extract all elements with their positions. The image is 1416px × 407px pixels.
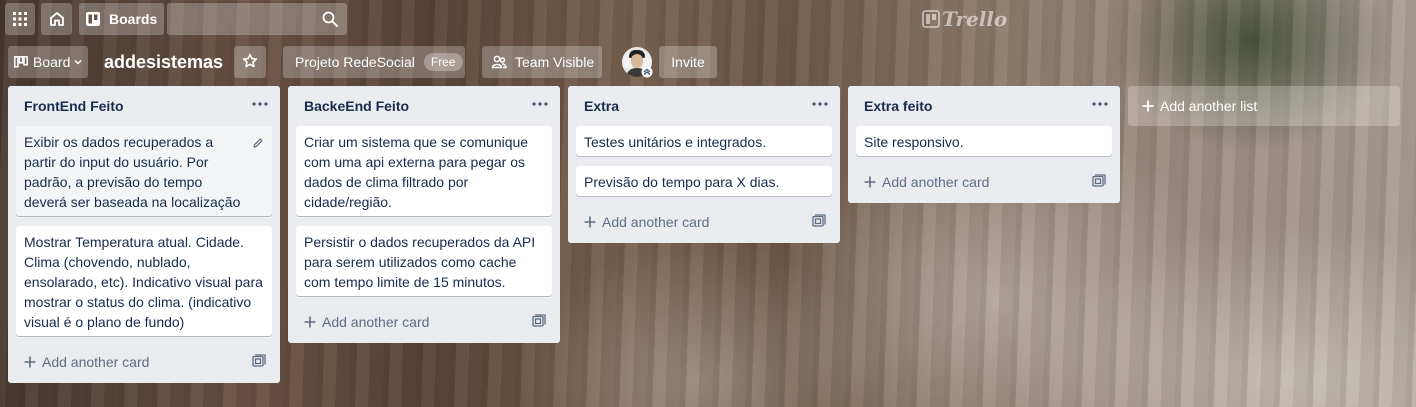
boards-label: Boards	[109, 11, 158, 27]
list-card[interactable]: Previsão do tempo para X dias.	[576, 166, 832, 196]
star-board-button[interactable]	[234, 46, 266, 78]
top-header: Boards Trello	[0, 0, 1416, 40]
home-icon	[49, 11, 65, 27]
trello-logo-icon	[922, 10, 940, 28]
plus-icon	[864, 176, 876, 188]
plus-icon	[584, 216, 596, 228]
card-title: Testes unitários e integrados.	[584, 134, 767, 150]
list-frontend-feito[interactable]: FrontEnd Feito Exibir os dados recuperad…	[8, 86, 280, 383]
list-header: Extra feito	[848, 86, 1120, 126]
list-header: FrontEnd Feito	[8, 86, 280, 126]
add-list-button[interactable]: Add another list	[1128, 86, 1400, 126]
plus-icon	[1142, 100, 1154, 112]
star-icon	[242, 53, 258, 72]
list-title[interactable]: Extra feito	[864, 98, 932, 114]
team-visibility-icon	[491, 54, 507, 70]
apps-menu-button[interactable]	[5, 3, 35, 35]
board-title[interactable]: addesistemas	[104, 50, 223, 74]
card-title: Previsão do tempo para X dias.	[584, 174, 780, 190]
add-card-button[interactable]: Add another card	[584, 210, 709, 234]
list-card[interactable]: Mostrar Temperatura atual. Cidade. Clima…	[16, 226, 272, 336]
grid-icon	[13, 12, 27, 26]
more-icon[interactable]	[1092, 96, 1108, 112]
plan-badge: Free	[423, 53, 463, 71]
chevron-down-icon	[73, 57, 83, 67]
boards-icon	[85, 11, 101, 27]
card-title: Mostrar Temperatura atual. Cidade. Clima…	[24, 234, 263, 330]
list-title[interactable]: FrontEnd Feito	[24, 98, 124, 114]
list-header: Extra	[568, 86, 840, 126]
list-title[interactable]: Extra	[584, 98, 619, 114]
list-header: BackeEnd Feito	[288, 86, 560, 126]
team-name: Projeto RedeSocial	[295, 54, 415, 70]
add-card-label: Add another card	[322, 314, 430, 330]
list-backend-feito[interactable]: BackeEnd Feito Criar um sistema que se c…	[288, 86, 560, 343]
card-title: Exibir os dados recuperados a partir do …	[24, 134, 241, 216]
list-card[interactable]: Criar um sistema que se comunique com um…	[296, 126, 552, 216]
list-extra-feito[interactable]: Extra feito Site responsivo. Add another…	[848, 86, 1120, 203]
visibility-button[interactable]: Team Visible	[482, 46, 602, 78]
boards-button[interactable]: Boards	[79, 3, 164, 35]
add-card-button[interactable]: Add another card	[304, 310, 429, 334]
invite-label: Invite	[671, 54, 705, 70]
logo-text: Trello	[942, 7, 1008, 31]
add-list-label: Add another list	[1160, 98, 1258, 114]
list-card[interactable]: Exibir os dados recuperados a partir do …	[16, 126, 272, 216]
card-template-icon[interactable]	[1092, 174, 1106, 188]
more-icon[interactable]	[812, 96, 828, 112]
board-view-icon	[14, 56, 28, 68]
search-icon	[322, 11, 338, 30]
card-template-icon[interactable]	[252, 354, 266, 368]
team-button[interactable]: Projeto RedeSocial Free	[283, 46, 465, 78]
list-card[interactable]: Persistir o dados recuperados da API par…	[296, 226, 552, 296]
add-card-button[interactable]: Add another card	[864, 170, 989, 194]
add-card-label: Add another card	[42, 354, 150, 370]
board-view-switcher[interactable]: Board	[8, 46, 88, 78]
trello-logo[interactable]: Trello	[922, 7, 1007, 31]
more-icon[interactable]	[252, 96, 268, 112]
plus-icon	[24, 356, 36, 368]
plus-icon	[304, 316, 316, 328]
list-card[interactable]: Site responsivo.	[856, 126, 1112, 156]
card-title: Criar um sistema que se comunique com um…	[304, 134, 529, 210]
invite-button[interactable]: Invite	[659, 46, 717, 78]
pencil-icon[interactable]	[252, 134, 264, 154]
list-extra[interactable]: Extra Testes unitários e integrados. Pre…	[568, 86, 840, 243]
card-title: Persistir o dados recuperados da API par…	[304, 234, 536, 290]
add-card-label: Add another card	[882, 174, 990, 190]
admin-chevron-icon	[641, 66, 653, 78]
add-card-button[interactable]: Add another card	[24, 350, 149, 374]
board-view-label: Board	[33, 54, 71, 70]
card-title: Site responsivo.	[864, 134, 964, 150]
card-template-icon[interactable]	[532, 314, 546, 328]
more-icon[interactable]	[532, 96, 548, 112]
list-card[interactable]: Testes unitários e integrados.	[576, 126, 832, 156]
add-card-label: Add another card	[602, 214, 710, 230]
search-input[interactable]	[167, 3, 347, 35]
list-title[interactable]: BackeEnd Feito	[304, 98, 409, 114]
card-template-icon[interactable]	[812, 214, 826, 228]
visibility-label: Team Visible	[515, 54, 595, 70]
home-button[interactable]	[41, 3, 72, 35]
